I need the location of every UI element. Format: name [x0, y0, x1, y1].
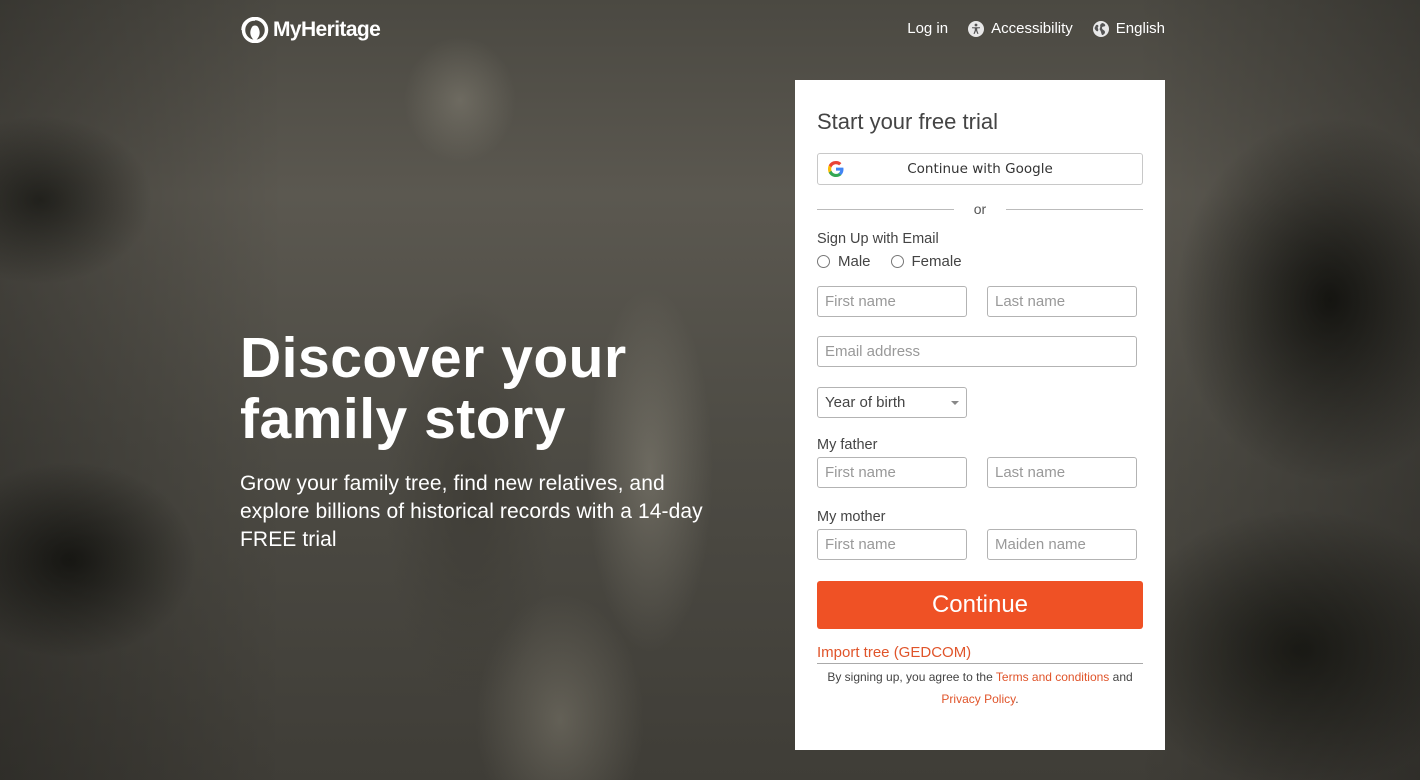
year-row: Year of birth — [817, 387, 1143, 418]
globe-icon — [1092, 20, 1109, 37]
privacy-link[interactable]: Privacy Policy — [941, 692, 1015, 706]
name-row: First name Last name — [817, 286, 1143, 317]
login-label: Log in — [907, 20, 949, 37]
year-of-birth-select[interactable]: Year of birth — [817, 387, 967, 418]
divider-line-left — [817, 208, 954, 210]
father-last-name-input[interactable]: Last name — [987, 457, 1137, 488]
logo-text: MyHeritage — [273, 18, 381, 41]
legal-prefix: By signing up, you agree to the — [827, 670, 993, 684]
signup-card: Start your free trial Continue with Goog… — [795, 80, 1165, 750]
first-name-input[interactable]: First name — [817, 286, 967, 317]
accessibility-icon — [968, 20, 985, 37]
email-signup-label: Sign Up with Email — [817, 231, 939, 247]
hero-title-line1: Discover your — [240, 326, 627, 390]
signup-title: Start your free trial — [817, 109, 998, 134]
google-icon — [828, 161, 844, 177]
divider-line-right — [1006, 208, 1143, 210]
or-divider: or — [817, 195, 1143, 223]
google-button-label: Continue with Google — [907, 161, 1053, 177]
import-gedcom-link[interactable]: Import tree (GEDCOM) — [817, 644, 1143, 664]
continue-button[interactable]: Continue — [817, 581, 1143, 629]
father-label: My father — [817, 437, 878, 453]
divider-text: or — [973, 201, 987, 217]
accessibility-link[interactable]: Accessibility — [968, 20, 1073, 37]
hero-title-line2: family story — [240, 387, 566, 451]
female-label: Female — [911, 253, 962, 270]
mother-label: My mother — [817, 509, 886, 525]
chevron-down-icon — [951, 400, 959, 405]
legal-text: By signing up, you agree to the Terms an… — [817, 666, 1143, 710]
email-row: Email address — [817, 336, 1143, 367]
father-row: First name Last name — [817, 457, 1143, 488]
legal-and: and — [1112, 670, 1133, 684]
myheritage-logo-icon — [241, 17, 269, 43]
header: MyHeritage Log in Accessibility English — [240, 0, 1165, 60]
male-radio[interactable] — [817, 255, 830, 268]
father-first-name-input[interactable]: First name — [817, 457, 967, 488]
terms-link[interactable]: Terms and conditions — [996, 670, 1109, 684]
last-name-input[interactable]: Last name — [987, 286, 1137, 317]
mother-maiden-name-input[interactable]: Maiden name — [987, 529, 1137, 560]
mother-row: First name Maiden name — [817, 529, 1143, 560]
top-nav: Log in Accessibility English — [907, 20, 1165, 37]
background-vignette — [0, 0, 1420, 780]
gender-option-male[interactable]: Male — [817, 253, 871, 270]
language-label: English — [1115, 20, 1165, 37]
hero-section: Discover your family story Grow your fam… — [240, 328, 710, 554]
hero-subtitle: Grow your family tree, find new relative… — [240, 472, 703, 551]
gender-radio-group: Male Female — [817, 253, 1143, 270]
female-radio[interactable] — [890, 255, 904, 268]
email-input[interactable]: Email address — [817, 336, 1137, 367]
male-label: Male — [838, 253, 871, 270]
hero-title: Discover your family story — [240, 328, 710, 450]
legal-suffix: . — [1015, 692, 1019, 706]
continue-with-google-button[interactable]: Continue with Google — [817, 153, 1143, 185]
login-link[interactable]: Log in — [907, 20, 948, 37]
logo[interactable]: MyHeritage — [240, 17, 381, 43]
accessibility-label: Accessibility — [991, 20, 1073, 37]
gender-option-female[interactable]: Female — [890, 253, 962, 270]
mother-first-name-input[interactable]: First name — [817, 529, 967, 560]
language-selector[interactable]: English — [1092, 20, 1165, 37]
year-of-birth-value: Year of birth — [825, 394, 906, 411]
